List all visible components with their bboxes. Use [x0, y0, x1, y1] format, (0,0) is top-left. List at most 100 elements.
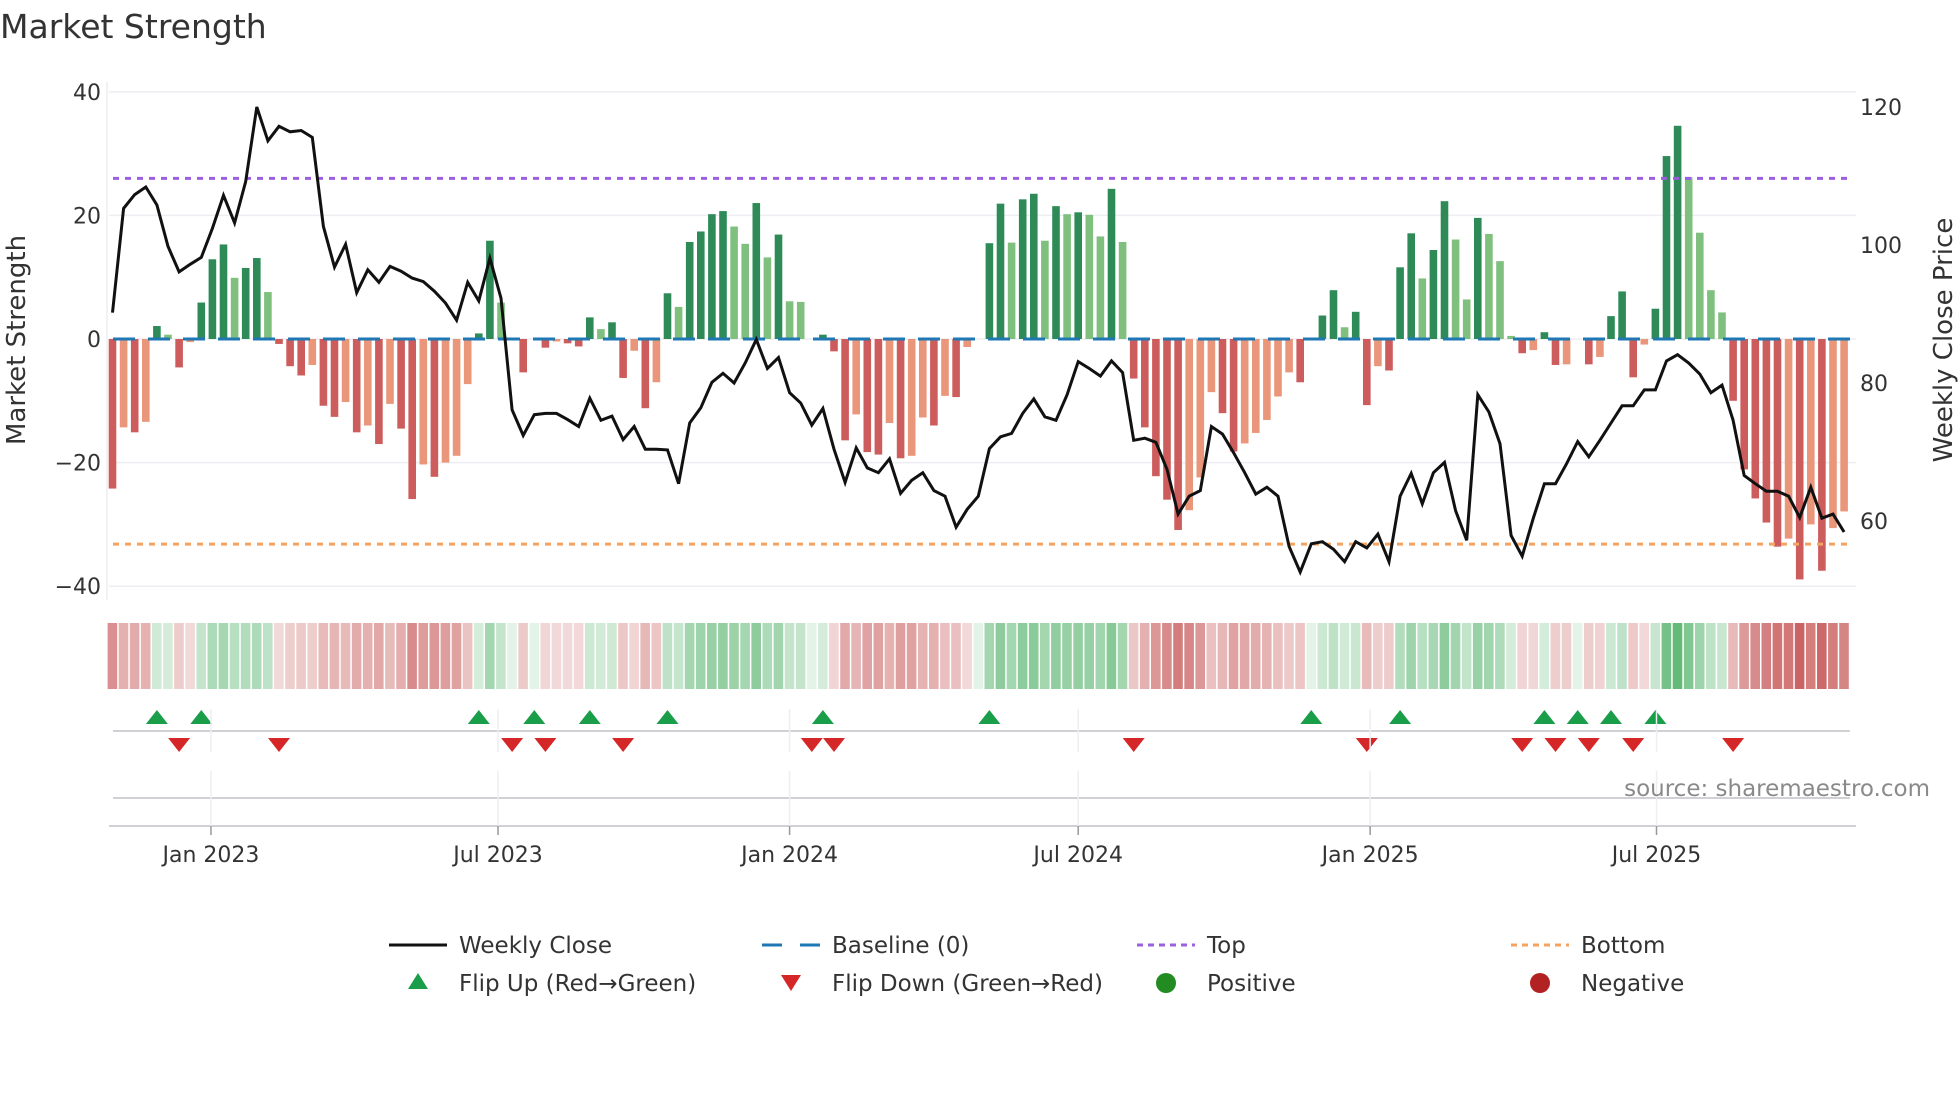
heat-cell — [662, 623, 673, 689]
strength-bar — [1585, 339, 1593, 365]
strength-bar — [1129, 339, 1138, 379]
legend-item: Top — [1137, 933, 1246, 959]
strength-bar — [341, 339, 350, 403]
strength-bar — [863, 339, 872, 453]
x-tick-label: Jul 2025 — [1610, 843, 1702, 868]
strength-bar — [1030, 193, 1038, 339]
heat-cell — [829, 623, 839, 689]
x-tick-label: Jan 2023 — [161, 843, 260, 868]
heat-cell — [718, 623, 728, 689]
strength-bar — [463, 339, 472, 385]
heat-cell — [1783, 623, 1794, 689]
strength-bar — [275, 339, 283, 344]
heat-cell — [1239, 623, 1250, 689]
heat-cell — [429, 623, 440, 689]
heat-cell — [1073, 623, 1083, 689]
heat-cell — [1128, 623, 1139, 689]
heat-strip — [107, 623, 1849, 689]
strength-bar — [253, 258, 261, 339]
strength-bar — [1540, 332, 1549, 339]
strength-bar — [730, 226, 738, 339]
strength-bar — [1218, 339, 1227, 414]
strength-bar — [1074, 212, 1082, 339]
y2-tick-label: 80 — [1860, 372, 1888, 397]
heat-cell — [1495, 623, 1505, 689]
flip-up-marker — [523, 710, 546, 724]
heat-cell — [285, 623, 295, 689]
strength-bar — [1407, 233, 1415, 339]
heat-cell — [773, 623, 784, 689]
heat-cell — [1828, 623, 1838, 689]
strength-bars — [108, 125, 1848, 580]
heat-cell — [1217, 623, 1228, 689]
strength-bar — [241, 267, 250, 339]
heat-cell — [218, 623, 229, 689]
strength-bar — [652, 339, 661, 383]
flip-down-marker — [1355, 738, 1378, 752]
heat-cell — [107, 623, 118, 689]
heat-cell — [507, 623, 517, 689]
heat-cell — [1661, 623, 1672, 689]
strength-bar — [1818, 339, 1826, 571]
strength-bar — [1451, 239, 1460, 339]
heat-cell — [1517, 623, 1527, 689]
legend-triangle-up-icon — [408, 973, 428, 989]
strength-bar — [1185, 339, 1193, 511]
strength-bar — [1729, 339, 1737, 401]
flip-up-marker — [1644, 710, 1667, 724]
heat-cell — [1139, 623, 1150, 689]
strength-bar — [1007, 242, 1016, 339]
strength-bar — [874, 339, 883, 455]
flip-up-marker — [1533, 710, 1556, 724]
strength-bar — [1018, 199, 1027, 339]
heat-cell — [174, 623, 184, 689]
strength-bar — [1041, 240, 1049, 339]
legend-label: Top — [1206, 933, 1246, 959]
legend-circle-positive-icon — [1156, 973, 1176, 993]
heat-cell — [607, 623, 617, 689]
heat-cell — [185, 623, 195, 689]
heat-cell — [1106, 623, 1117, 689]
heat-cell — [1428, 623, 1439, 689]
heat-cell — [385, 623, 395, 689]
flip-up-marker — [656, 710, 679, 724]
strength-bar — [308, 339, 317, 365]
heat-cell — [740, 623, 750, 689]
strength-bar — [907, 339, 916, 456]
heat-cell — [1417, 623, 1427, 689]
strength-bar — [896, 339, 905, 459]
strength-bar — [1485, 233, 1493, 339]
heat-cell — [274, 623, 284, 689]
strength-bar — [630, 339, 638, 351]
strength-bar — [1596, 339, 1604, 357]
strength-bar — [608, 322, 616, 339]
heat-cell — [1306, 623, 1316, 689]
strength-bar — [619, 339, 627, 378]
heat-cell — [1817, 623, 1827, 689]
strength-bar — [852, 339, 860, 415]
heat-cell — [451, 623, 462, 689]
legend-item: Bottom — [1511, 933, 1665, 959]
heat-cell — [1595, 623, 1605, 689]
heat-cell — [1328, 623, 1339, 689]
strength-bar — [1462, 299, 1471, 339]
heat-cell — [729, 623, 739, 689]
strength-bar — [1496, 261, 1504, 339]
legend-item: Baseline (0) — [762, 933, 969, 959]
heat-cell — [407, 623, 417, 689]
heat-cell — [1717, 623, 1727, 689]
heat-cell — [129, 623, 140, 689]
heat-cell — [140, 623, 151, 689]
heat-cell — [584, 623, 595, 689]
strength-bar — [119, 339, 128, 428]
flip-up-marker — [978, 710, 1001, 724]
strength-bar — [230, 277, 239, 339]
strength-bar — [1252, 339, 1260, 433]
heat-cell — [973, 623, 983, 689]
strength-bar — [1740, 339, 1748, 470]
strength-bar — [219, 244, 228, 339]
strength-bar — [397, 339, 405, 429]
strength-bar — [297, 339, 305, 376]
heat-cell — [1195, 623, 1205, 689]
legend-label: Flip Up (Red→Green) — [459, 971, 696, 997]
